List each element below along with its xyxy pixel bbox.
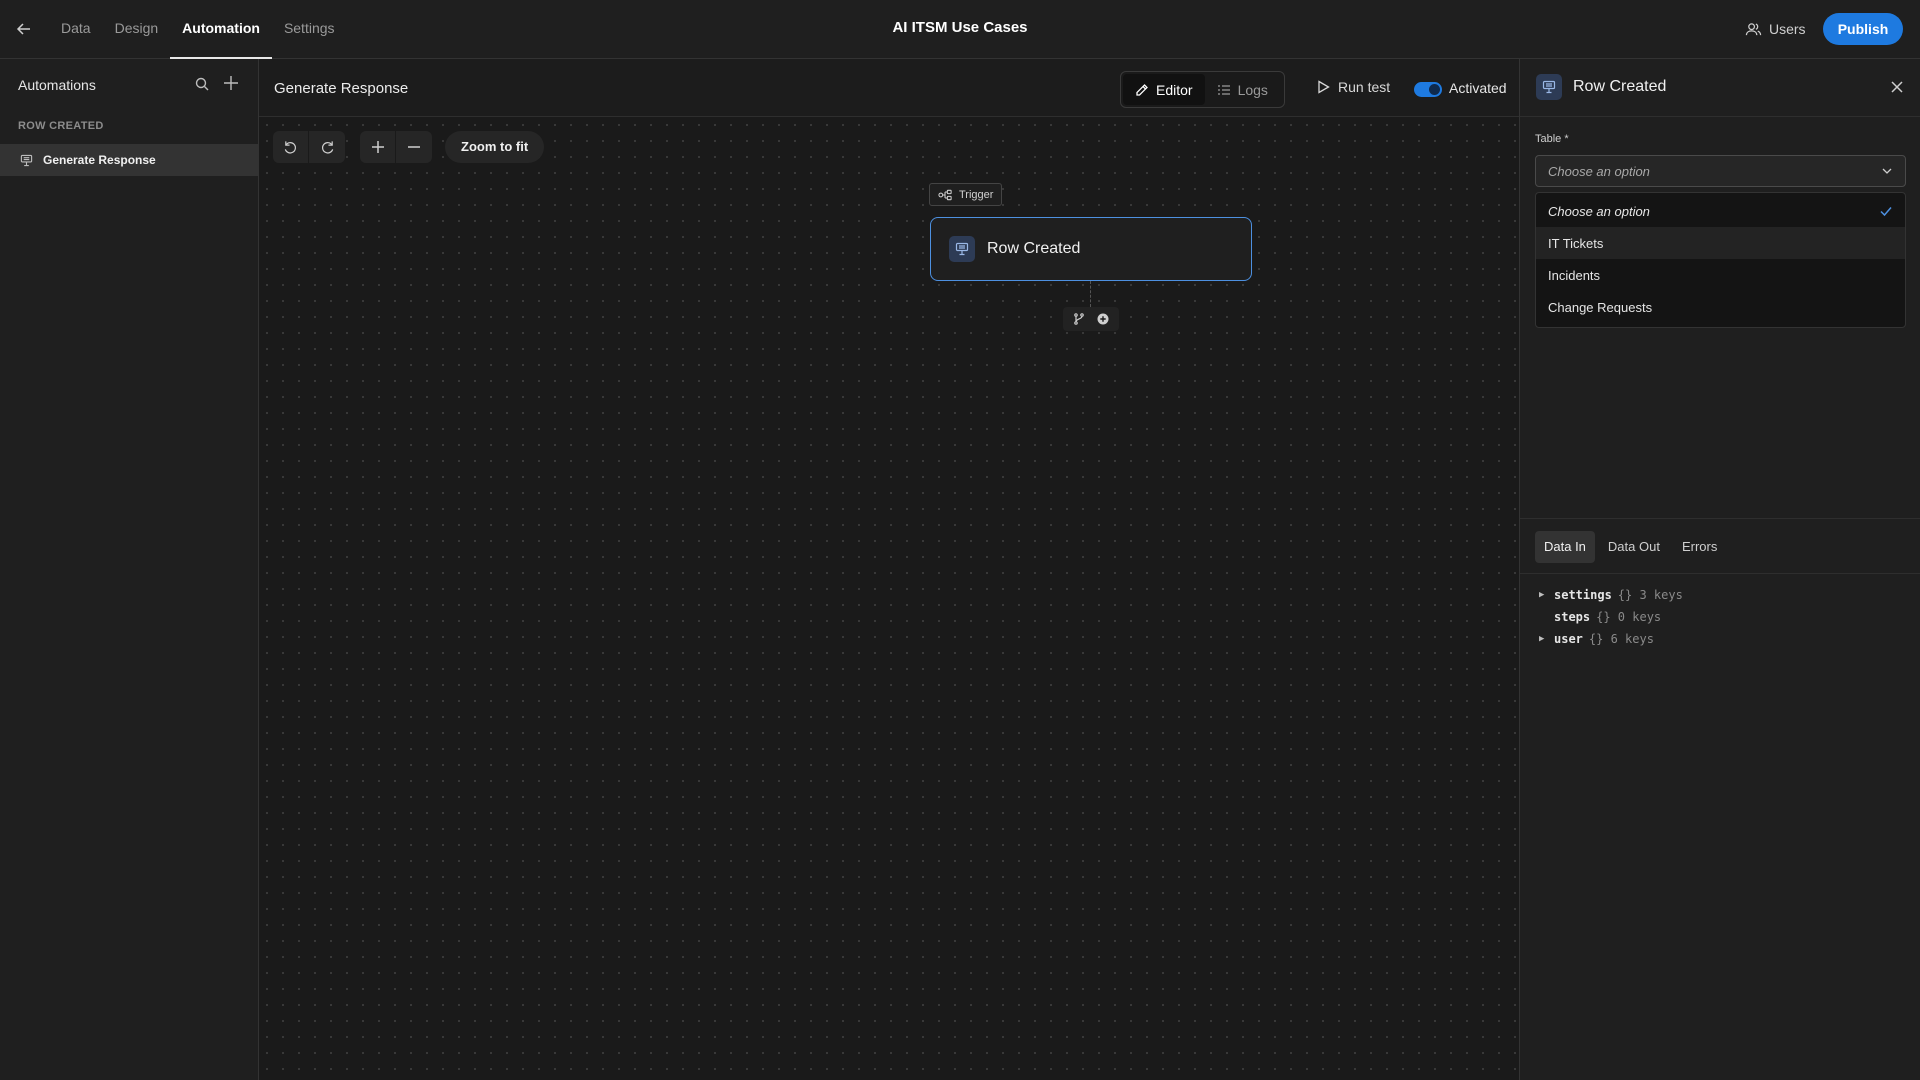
option-label: Choose an option (1548, 203, 1650, 219)
close-icon[interactable] (1889, 79, 1905, 95)
tree-meta: {} 0 keys (1596, 610, 1662, 624)
option-incidents[interactable]: Incidents (1536, 259, 1905, 291)
tree-node-settings[interactable]: ▶ settings {} 3 keys (1539, 584, 1683, 606)
node-actions (1063, 307, 1119, 331)
sidebar-item-label: Generate Response (43, 153, 156, 167)
row-icon (20, 154, 33, 167)
automation-title: Generate Response (274, 80, 409, 97)
publish-button[interactable]: Publish (1823, 13, 1903, 45)
nav-design[interactable]: Design (103, 0, 171, 59)
data-tree: ▶ settings {} 3 keys steps {} 0 keys ▶ u… (1539, 584, 1683, 650)
top-nav: Data Design Automation Settings (49, 0, 347, 59)
back-arrow-icon[interactable] (14, 19, 34, 39)
users-button[interactable]: Users (1745, 18, 1806, 40)
step-config-panel: Row Created Table * Choose an option Cho… (1519, 59, 1920, 1080)
caret-right-icon: ▶ (1539, 634, 1545, 644)
panel-header: Row Created (1520, 59, 1920, 117)
trigger-label: Trigger (959, 188, 994, 201)
users-icon (1745, 21, 1762, 38)
nav-settings[interactable]: Settings (272, 0, 347, 59)
tree-key: settings (1554, 588, 1612, 602)
canvas-header: Generate Response Editor Logs Run test A… (259, 59, 1519, 117)
data-tabs: Data In Data Out Errors (1535, 531, 1726, 563)
add-automation-icon[interactable] (222, 74, 240, 92)
sidebar-title: Automations (18, 77, 96, 93)
table-select-value: Choose an option (1548, 163, 1650, 179)
check-icon (1879, 204, 1893, 218)
panel-title: Row Created (1573, 78, 1667, 95)
tree-node-steps[interactable]: steps {} 0 keys (1539, 606, 1683, 628)
tab-data-in[interactable]: Data In (1535, 531, 1595, 563)
tree-meta: {} 3 keys (1617, 588, 1683, 602)
table-options-dropdown: Choose an option IT Tickets Incidents Ch… (1535, 192, 1906, 328)
nav-data[interactable]: Data (49, 0, 103, 59)
play-icon (1317, 80, 1330, 94)
logs-tab[interactable]: Logs (1205, 74, 1280, 105)
table-select[interactable]: Choose an option (1535, 155, 1906, 187)
trigger-icon (938, 189, 953, 201)
activated-toggle[interactable] (1414, 82, 1442, 97)
table-field-label: Table * (1535, 133, 1569, 145)
zoom-out-icon[interactable] (396, 131, 432, 163)
option-label: Incidents (1548, 267, 1601, 283)
flow-canvas[interactable]: Zoom to fit Trigger Row Created (259, 117, 1519, 1080)
logs-label: Logs (1237, 81, 1268, 98)
run-test-label: Run test (1338, 79, 1391, 95)
caret-right-icon: ▶ (1539, 590, 1545, 600)
node-label: Row Created (987, 240, 1081, 257)
search-icon[interactable] (194, 76, 210, 92)
undo-icon[interactable] (273, 131, 309, 163)
nav-automation[interactable]: Automation (170, 0, 272, 59)
run-test-button[interactable]: Run test (1317, 79, 1390, 95)
pencil-icon (1135, 83, 1149, 97)
option-choose[interactable]: Choose an option (1536, 195, 1905, 227)
node-connector (1090, 281, 1091, 307)
list-icon (1217, 83, 1231, 97)
top-bar: Data Design Automation Settings AI ITSM … (0, 0, 1920, 59)
editor-tab[interactable]: Editor (1123, 74, 1205, 105)
users-label: Users (1769, 21, 1806, 37)
row-icon (949, 236, 975, 262)
sidebar-item-generate-response[interactable]: Generate Response (0, 144, 258, 176)
tree-node-user[interactable]: ▶ user {} 6 keys (1539, 628, 1683, 650)
tab-errors[interactable]: Errors (1673, 531, 1726, 563)
add-step-icon[interactable] (1097, 313, 1109, 325)
branch-icon[interactable] (1073, 313, 1085, 325)
automations-sidebar: Automations ROW CREATED Generate Respons… (0, 59, 259, 1080)
editor-label: Editor (1156, 81, 1193, 98)
activated-label: Activated (1449, 80, 1507, 96)
chevron-down-icon (1881, 165, 1893, 177)
tab-data-out[interactable]: Data Out (1599, 531, 1669, 563)
zoom-controls (360, 131, 432, 163)
option-it-tickets[interactable]: IT Tickets (1536, 227, 1905, 259)
zoom-to-fit-button[interactable]: Zoom to fit (445, 131, 545, 163)
option-change-requests[interactable]: Change Requests (1536, 291, 1905, 323)
row-icon (1536, 74, 1562, 100)
option-label: IT Tickets (1548, 235, 1604, 251)
sidebar-group-label: ROW CREATED (18, 120, 104, 132)
tree-key: user (1554, 632, 1583, 646)
trigger-tag: Trigger (929, 183, 1003, 206)
history-controls (273, 131, 345, 163)
data-tabs-bar: Data In Data Out Errors (1520, 518, 1920, 574)
redo-icon[interactable] (309, 131, 345, 163)
zoom-in-icon[interactable] (360, 131, 396, 163)
tree-key: steps (1554, 610, 1591, 624)
option-label: Change Requests (1548, 299, 1653, 315)
tree-meta: {} 6 keys (1588, 632, 1654, 646)
editor-logs-switch: Editor Logs (1120, 71, 1285, 108)
row-created-node[interactable]: Row Created (930, 217, 1252, 281)
